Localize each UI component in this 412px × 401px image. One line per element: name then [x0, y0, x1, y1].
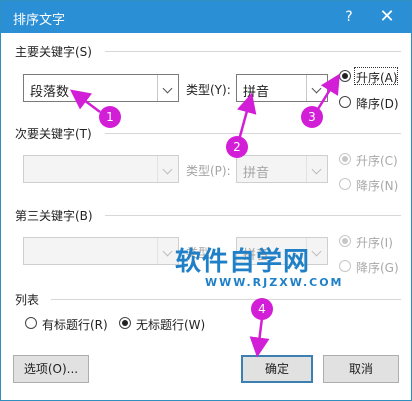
arrow-2 [237, 92, 257, 141]
annotation-badge-2: 2 [226, 136, 248, 158]
annotation-badge-3: 3 [301, 106, 323, 128]
arrow-3 [316, 73, 340, 110]
annotation-badge-1: 1 [99, 106, 121, 128]
annotation-arrows [70, 73, 340, 358]
arrow-4 [249, 317, 270, 358]
annotation-badge-4: 4 [251, 298, 273, 320]
arrow-1 [70, 89, 101, 113]
